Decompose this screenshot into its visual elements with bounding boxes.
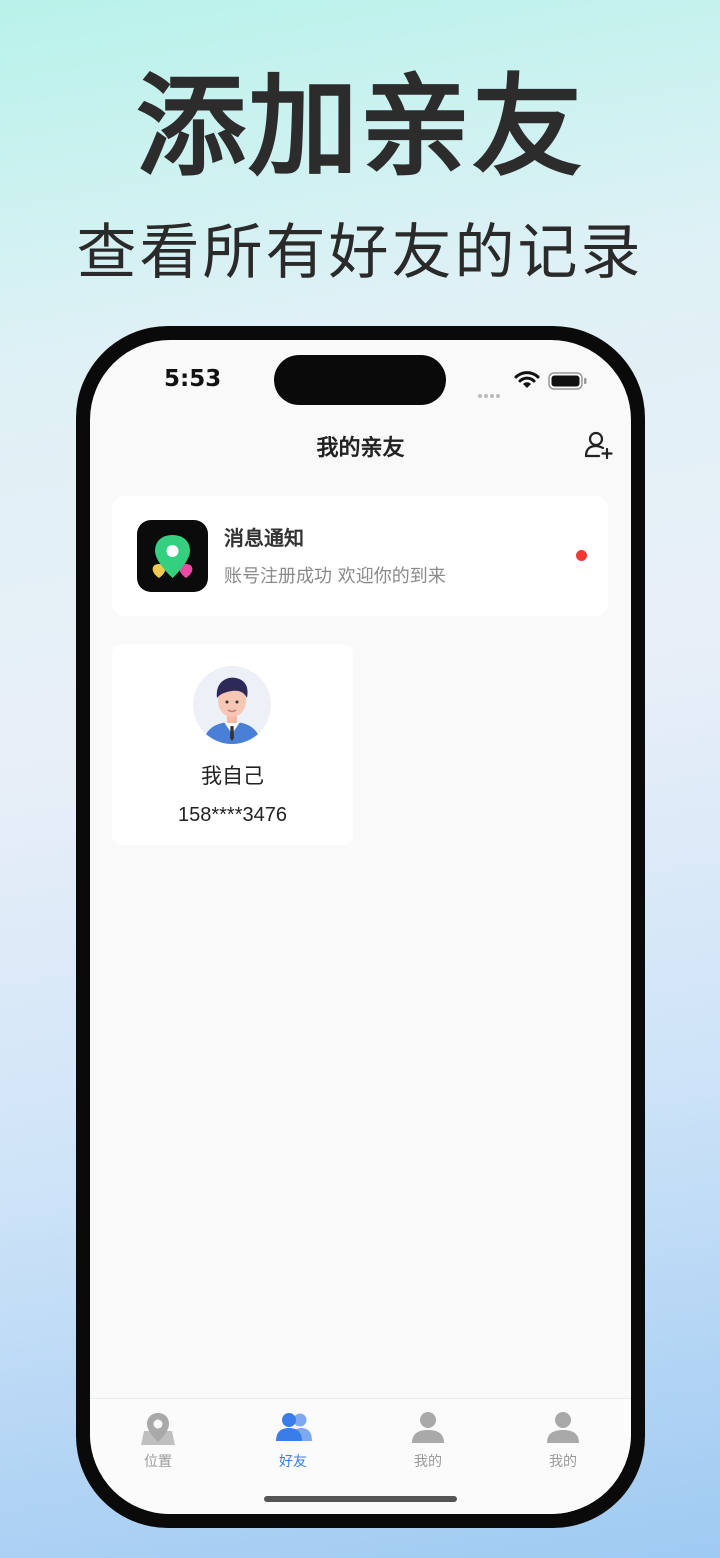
home-indicator <box>264 1496 457 1502</box>
status-time: 5:53 <box>164 366 222 392</box>
tab-label-location: 位置 <box>144 1454 172 1470</box>
add-user-icon <box>584 431 613 460</box>
dynamic-island <box>274 355 446 405</box>
person-icon <box>547 1412 579 1443</box>
friend-name: 我自己 <box>201 764 264 788</box>
friends-icon <box>276 1413 312 1441</box>
tab-mine-2[interactable]: 我的 <box>513 1399 613 1479</box>
unread-dot <box>576 550 587 561</box>
location-pins-app-icon <box>137 520 208 592</box>
notification-card[interactable]: 消息通知 账号注册成功 欢迎你的到来 <box>112 496 608 616</box>
person-icon <box>412 1412 444 1443</box>
notification-message: 账号注册成功 欢迎你的到来 <box>224 566 446 587</box>
battery-icon <box>548 372 587 390</box>
promo-title: 添加亲友 <box>136 63 584 191</box>
man-avatar-icon <box>193 666 271 744</box>
add-friend-button[interactable] <box>583 429 615 461</box>
notification-title: 消息通知 <box>224 526 304 550</box>
tab-label-mine-2: 我的 <box>549 1454 577 1470</box>
friend-phone: 158****3476 <box>178 804 287 826</box>
phone-frame: 5:53 我的亲友 消息通知 账号注册成功 欢迎你的到来 我自己 158****… <box>76 326 645 1528</box>
tab-label-friends: 好友 <box>279 1454 307 1470</box>
promo-subtitle: 查看所有好友的记录 <box>76 218 644 288</box>
tab-location[interactable]: 位置 <box>108 1399 208 1479</box>
cellular-dots-icon <box>478 383 502 402</box>
page-title: 我的亲友 <box>316 436 405 461</box>
phone-screen: 5:53 我的亲友 消息通知 账号注册成功 欢迎你的到来 我自己 158****… <box>90 340 631 1514</box>
status-icons <box>478 370 593 398</box>
location-pin-icon <box>141 1413 175 1445</box>
tab-label-mine: 我的 <box>414 1454 442 1470</box>
tab-friends[interactable]: 好友 <box>243 1399 343 1479</box>
friend-card[interactable]: 我自己 158****3476 <box>112 644 353 845</box>
wifi-icon <box>514 371 540 388</box>
tab-mine[interactable]: 我的 <box>378 1399 478 1479</box>
